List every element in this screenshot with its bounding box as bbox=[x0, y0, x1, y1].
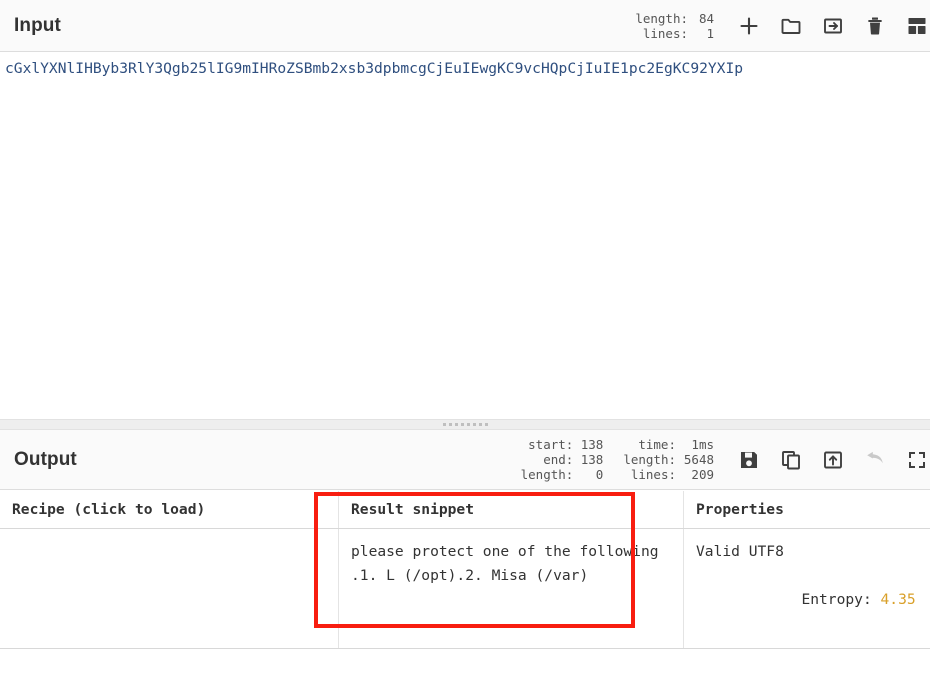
column-header-result-snippet: Result snippet bbox=[338, 491, 684, 529]
maximize-icon[interactable] bbox=[904, 447, 930, 473]
magic-results-table: Recipe (click to load) Result snippet Pr… bbox=[0, 491, 930, 649]
replace-input-icon[interactable] bbox=[820, 447, 846, 473]
input-toolbar bbox=[714, 13, 930, 39]
output-stats-right: time: 1ms length: 5648 lines: 209 bbox=[623, 437, 714, 482]
output-stat-length-key: length: bbox=[623, 452, 676, 467]
table-header-row: Recipe (click to load) Result snippet Pr… bbox=[0, 491, 930, 529]
input-stats: length: 84 lines: 1 bbox=[610, 11, 714, 41]
result-snippet-text: please protect one of the following .1. … bbox=[351, 543, 668, 584]
input-stat-length: length: 84 bbox=[630, 11, 714, 26]
open-folder-icon[interactable] bbox=[820, 13, 846, 39]
folder-icon[interactable] bbox=[778, 13, 804, 39]
output-stat-sel-length-value: 0 bbox=[595, 467, 604, 482]
input-panel-title: Input bbox=[14, 14, 61, 36]
output-stat-time-value: 1ms bbox=[691, 437, 714, 452]
output-stat-start-value: 138 bbox=[580, 437, 604, 452]
save-icon[interactable] bbox=[736, 447, 762, 473]
trash-icon[interactable] bbox=[862, 13, 888, 39]
output-panel-header: Output start: 138 end: 138 length: 0 tim… bbox=[0, 430, 930, 490]
cyberchef-app: Input length: 84 lines: 1 cGxlYXNlIHByb3… bbox=[0, 0, 930, 682]
grip-dots-icon bbox=[442, 423, 488, 426]
input-stat-lines: lines: 1 bbox=[630, 26, 714, 41]
cell-recipe[interactable] bbox=[0, 528, 339, 649]
table-row[interactable]: please protect one of the following .1. … bbox=[0, 528, 930, 649]
output-stat-lines-value: 209 bbox=[691, 467, 714, 482]
property-validity: Valid UTF8 bbox=[696, 543, 784, 560]
column-header-properties: Properties bbox=[683, 491, 930, 529]
output-stats: start: 138 end: 138 length: 0 time: 1ms bbox=[497, 437, 714, 482]
output-stat-end: end: 138 bbox=[517, 452, 603, 467]
output-stat-time-key: time: bbox=[638, 437, 676, 452]
results-table-head: Recipe (click to load) Result snippet Pr… bbox=[0, 491, 930, 529]
output-stat-length-value: 5648 bbox=[683, 452, 714, 467]
output-panel-title: Output bbox=[14, 448, 77, 470]
output-stat-start: start: 138 bbox=[517, 437, 603, 452]
input-stat-length-value: 84 bbox=[698, 10, 714, 26]
panel-splitter[interactable] bbox=[0, 419, 930, 430]
output-stat-time: time: 1ms bbox=[623, 437, 714, 452]
output-stat-start-key: start: bbox=[528, 437, 574, 452]
output-stat-sel-length-key: length: bbox=[520, 467, 574, 482]
property-entropy-label: Entropy: bbox=[801, 591, 881, 608]
grid-icon[interactable] bbox=[904, 13, 930, 39]
output-stats-left: start: 138 end: 138 length: 0 bbox=[517, 437, 604, 482]
input-stats-column: length: 84 lines: 1 bbox=[630, 11, 714, 41]
output-stat-length: length: 5648 bbox=[623, 452, 714, 467]
property-entropy-value: 4.35 bbox=[880, 591, 916, 608]
input-stat-lines-key: lines: bbox=[642, 25, 688, 41]
input-stat-lines-value: 1 bbox=[706, 25, 714, 41]
input-panel-header: Input length: 84 lines: 1 bbox=[0, 0, 930, 52]
output-stat-lines-key: lines: bbox=[630, 467, 676, 482]
input-stat-length-key: length: bbox=[635, 10, 688, 26]
results-table-body: please protect one of the following .1. … bbox=[0, 528, 930, 649]
property-entropy: Entropy: 4.35 bbox=[696, 564, 930, 636]
output-stat-end-key: end: bbox=[543, 452, 574, 467]
output-toolbar bbox=[714, 447, 930, 473]
plus-icon[interactable] bbox=[736, 13, 762, 39]
output-stat-lines: lines: 209 bbox=[623, 467, 714, 482]
undo-icon[interactable] bbox=[862, 447, 888, 473]
output-stat-end-value: 138 bbox=[580, 452, 604, 467]
column-header-recipe: Recipe (click to load) bbox=[0, 491, 339, 529]
copy-icon[interactable] bbox=[778, 447, 804, 473]
cell-result-snippet: please protect one of the following .1. … bbox=[338, 528, 684, 649]
cell-properties: Valid UTF8 Entropy: 4.35 bbox=[683, 528, 930, 649]
output-stat-sel-length: length: 0 bbox=[517, 467, 604, 482]
input-textarea[interactable] bbox=[0, 53, 930, 419]
